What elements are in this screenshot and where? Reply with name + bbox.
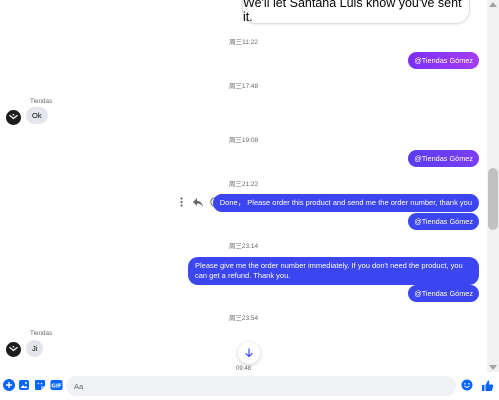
- svg-text:GIF: GIF: [51, 383, 62, 389]
- reply-icon[interactable]: [193, 197, 203, 207]
- message-list: We'll let Santana Luis know you've sent …: [0, 0, 487, 372]
- scrollbar[interactable]: [487, 0, 499, 372]
- message-bubble-out[interactable]: @Tiendas Gómez: [408, 150, 479, 167]
- timestamp: 周三17:48: [228, 83, 259, 90]
- message-bubble-out[interactable]: Please give me the order number immediat…: [188, 257, 479, 286]
- sender-name: Tiendas: [30, 330, 53, 337]
- message-bubble-in[interactable]: Ok: [26, 107, 48, 124]
- delivery-banner: We'll let Santana Luis know you've sent …: [242, 0, 470, 24]
- message-bubble-out[interactable]: Done， Please order this product and send…: [212, 194, 479, 213]
- message-bubble-out[interactable]: @Tiendas Gómez: [408, 213, 479, 230]
- timestamp: 周三23:54: [228, 315, 259, 322]
- message-bubble-out[interactable]: @Tiendas Gómez: [408, 285, 479, 302]
- scroll-up-arrow-icon[interactable]: [489, 2, 497, 7]
- scroll-down-arrow-icon[interactable]: [489, 365, 497, 370]
- sticker-icon[interactable]: [33, 378, 47, 392]
- message-input[interactable]: [66, 376, 456, 396]
- message-bubble-out[interactable]: @Tiendas Gómez: [408, 52, 479, 69]
- scrollbar-thumb[interactable]: [488, 168, 498, 230]
- sender-name: Tiendas: [30, 98, 53, 105]
- image-icon[interactable]: [17, 378, 31, 392]
- like-icon[interactable]: [480, 378, 494, 392]
- avatar[interactable]: [6, 342, 21, 357]
- timestamp: 周三23:14: [228, 243, 259, 250]
- avatar[interactable]: [6, 110, 21, 125]
- emoji-icon[interactable]: [460, 378, 474, 392]
- timestamp: 周三21:22: [228, 181, 259, 188]
- delivery-banner-text: We'll let Santana Luis know you've sent …: [243, 0, 462, 24]
- more-icon[interactable]: [176, 197, 186, 207]
- timestamp: 周三11:22: [229, 39, 258, 46]
- gif-icon[interactable]: GIF: [49, 378, 63, 392]
- timestamp: 周三19:08: [228, 137, 259, 144]
- message-composer: GIF: [0, 372, 499, 400]
- scroll-down-icon: [245, 348, 253, 358]
- message-bubble-in[interactable]: Ji: [26, 340, 44, 357]
- plus-icon[interactable]: [2, 378, 16, 392]
- avatar-logo-icon: [8, 113, 19, 120]
- avatar-logo-icon: [8, 345, 19, 352]
- scroll-to-bottom-button[interactable]: [238, 342, 260, 364]
